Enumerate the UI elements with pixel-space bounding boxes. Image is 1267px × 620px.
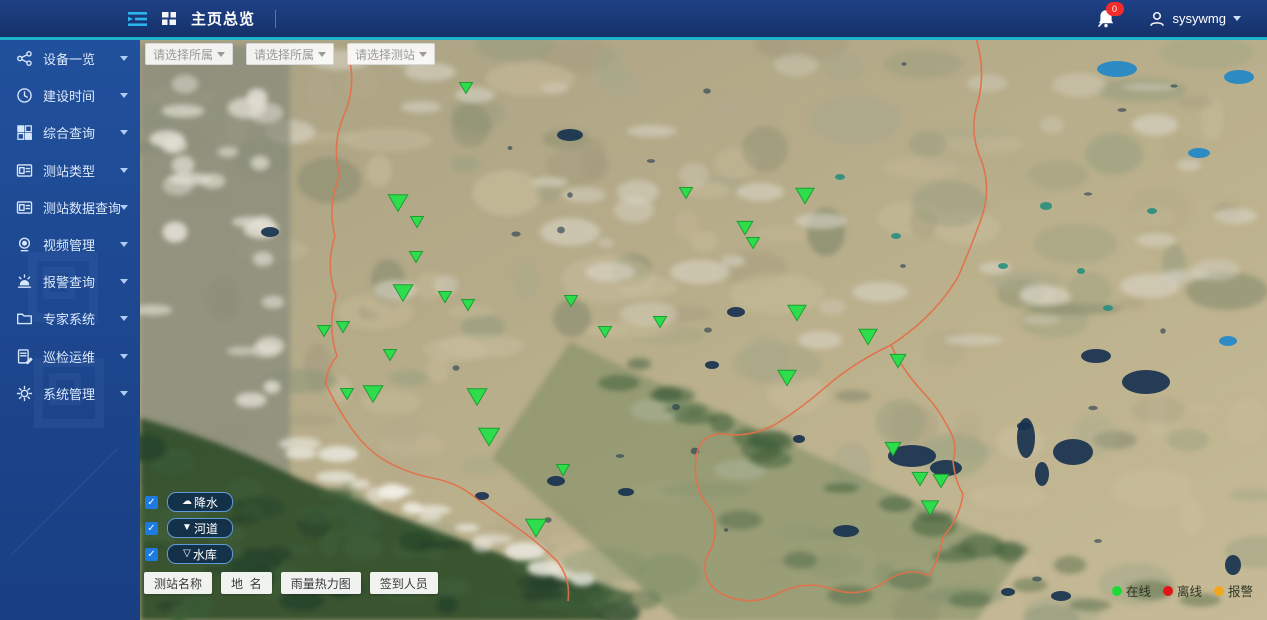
layer-checkbox-precipitation[interactable]: ✓ <box>145 496 158 509</box>
sidebar-item-label: 专家系统 <box>43 309 95 328</box>
layer-label: 降水 <box>194 494 218 511</box>
sidebar: 设备一览建设时间综合查询测站类型测站数据查询视频管理报警查询专家系统巡检运维系统… <box>0 40 140 620</box>
page-title: 主页总览 <box>191 8 255 29</box>
sidebar-item-label: 综合查询 <box>43 123 95 142</box>
webcam-icon <box>16 236 33 253</box>
sidebar-item-expert-system[interactable]: 专家系统 <box>0 300 140 337</box>
legend-item-alarm: 报警 <box>1214 581 1253 600</box>
layer-label: 河道 <box>194 520 218 537</box>
map-button-station-name[interactable]: 测站名称 <box>144 572 212 594</box>
chevron-down-icon <box>120 205 128 210</box>
dropdown-placeholder: 请选择所属 <box>153 46 213 63</box>
layer-row-river: ✓ ▼河道 <box>145 519 233 537</box>
legend-dot-offline <box>1163 586 1173 596</box>
sidebar-item-system-management[interactable]: 系统管理 <box>0 375 140 412</box>
alarm-icon <box>16 273 33 290</box>
sidebar-item-construction-time[interactable]: 建设时间 <box>0 77 140 114</box>
chevron-down-icon <box>120 56 128 61</box>
sidebar-item-label: 设备一览 <box>43 49 95 68</box>
layer-pill-reservoir[interactable]: ▽水库 <box>167 544 233 564</box>
chevron-down-icon <box>120 354 128 359</box>
sidebar-item-label: 测站类型 <box>43 161 95 180</box>
layer-pill-river[interactable]: ▼河道 <box>167 518 233 538</box>
chevron-down-icon <box>419 52 427 57</box>
chevron-down-icon <box>120 130 128 135</box>
chevron-down-icon <box>120 93 128 98</box>
chevron-down-icon <box>120 242 128 247</box>
chevron-down-icon <box>1233 16 1241 21</box>
sidebar-item-comprehensive-query[interactable]: 综合查询 <box>0 114 140 151</box>
dashboard-icon <box>162 12 177 26</box>
chevron-down-icon <box>217 52 225 57</box>
sidebar-item-alarm-query[interactable]: 报警查询 <box>0 263 140 300</box>
top-header: 主页总览 0 sysywmg <box>0 0 1267 40</box>
divider <box>275 10 276 28</box>
map-filter-bar: 请选择所属 请选择所属 请选择测站 <box>145 43 435 65</box>
clock-icon <box>16 87 33 104</box>
legend-dot-alarm <box>1214 586 1224 596</box>
layer-checkbox-river[interactable]: ✓ <box>145 522 158 535</box>
dropdown-org-filter-2[interactable]: 请选择所属 <box>246 43 334 65</box>
notification-bell-icon[interactable]: 0 <box>1094 7 1118 31</box>
legend-label: 报警 <box>1228 581 1253 600</box>
legend-label: 离线 <box>1177 581 1202 600</box>
chevron-down-icon <box>120 391 128 396</box>
triangle-down-icon: ▼ <box>182 523 192 533</box>
satellite-map[interactable] <box>140 40 1267 620</box>
sidebar-item-station-data-query[interactable]: 测站数据查询 <box>0 189 140 226</box>
share-icon <box>16 50 33 67</box>
sidebar-item-inspection-ops[interactable]: 巡检运维 <box>0 338 140 375</box>
map-button-place-name[interactable]: 地 名 <box>221 572 272 594</box>
legend-label: 在线 <box>1126 581 1151 600</box>
status-legend: 在线 离线 报警 <box>1112 581 1253 600</box>
map-canvas[interactable]: 请选择所属 请选择所属 请选择测站 ✓ ☁降水 ✓ ▼河道 ✓ ▽水库 测站名称地 名雨量热力… <box>140 40 1267 620</box>
grid-icon <box>16 124 33 141</box>
username: sysywmg <box>1173 11 1226 26</box>
map-button-checkin-personnel[interactable]: 签到人员 <box>370 572 438 594</box>
user-menu[interactable]: sysywmg <box>1148 10 1241 28</box>
sidebar-item-video-management[interactable]: 视频管理 <box>0 226 140 263</box>
layer-checkbox-reservoir[interactable]: ✓ <box>145 548 158 561</box>
sidebar-item-label: 建设时间 <box>43 86 95 105</box>
user-icon <box>1148 10 1166 28</box>
map-button-rain-heatmap[interactable]: 雨量热力图 <box>281 572 361 594</box>
gear-icon <box>16 385 33 402</box>
sidebar-item-label: 视频管理 <box>43 235 95 254</box>
card-icon <box>16 199 33 216</box>
chevron-down-icon <box>318 52 326 57</box>
layer-toggle-panel: ✓ ☁降水 ✓ ▼河道 ✓ ▽水库 <box>145 493 233 571</box>
dropdown-placeholder: 请选择测站 <box>355 46 415 63</box>
chevron-down-icon <box>120 316 128 321</box>
sidebar-item-label: 系统管理 <box>43 384 95 403</box>
notification-badge: 0 <box>1106 2 1124 16</box>
document-icon <box>16 348 33 365</box>
sidebar-item-label: 报警查询 <box>43 272 95 291</box>
layer-row-precipitation: ✓ ☁降水 <box>145 493 233 511</box>
sidebar-item-label: 测站数据查询 <box>43 198 120 217</box>
hamburger-icon[interactable] <box>128 11 148 27</box>
layer-row-reservoir: ✓ ▽水库 <box>145 545 233 563</box>
cloud-icon: ☁ <box>182 497 192 507</box>
card-icon <box>16 162 33 179</box>
folder-icon <box>16 310 33 327</box>
watermark <box>11 447 118 554</box>
triangle-outline-icon: ▽ <box>183 549 191 559</box>
legend-item-online: 在线 <box>1112 581 1151 600</box>
layer-pill-precipitation[interactable]: ☁降水 <box>167 492 233 512</box>
legend-dot-online <box>1112 586 1122 596</box>
chevron-down-icon <box>120 279 128 284</box>
sidebar-item-device-overview[interactable]: 设备一览 <box>0 40 140 77</box>
dropdown-station-filter[interactable]: 请选择测站 <box>347 43 435 65</box>
sidebar-item-station-type[interactable]: 测站类型 <box>0 152 140 189</box>
sidebar-item-label: 巡检运维 <box>43 347 95 366</box>
legend-item-offline: 离线 <box>1163 581 1202 600</box>
chevron-down-icon <box>120 168 128 173</box>
dropdown-org-filter-1[interactable]: 请选择所属 <box>145 43 233 65</box>
map-button-bar: 测站名称地 名雨量热力图签到人员 <box>144 572 438 594</box>
dropdown-placeholder: 请选择所属 <box>254 46 314 63</box>
layer-label: 水库 <box>193 546 217 563</box>
